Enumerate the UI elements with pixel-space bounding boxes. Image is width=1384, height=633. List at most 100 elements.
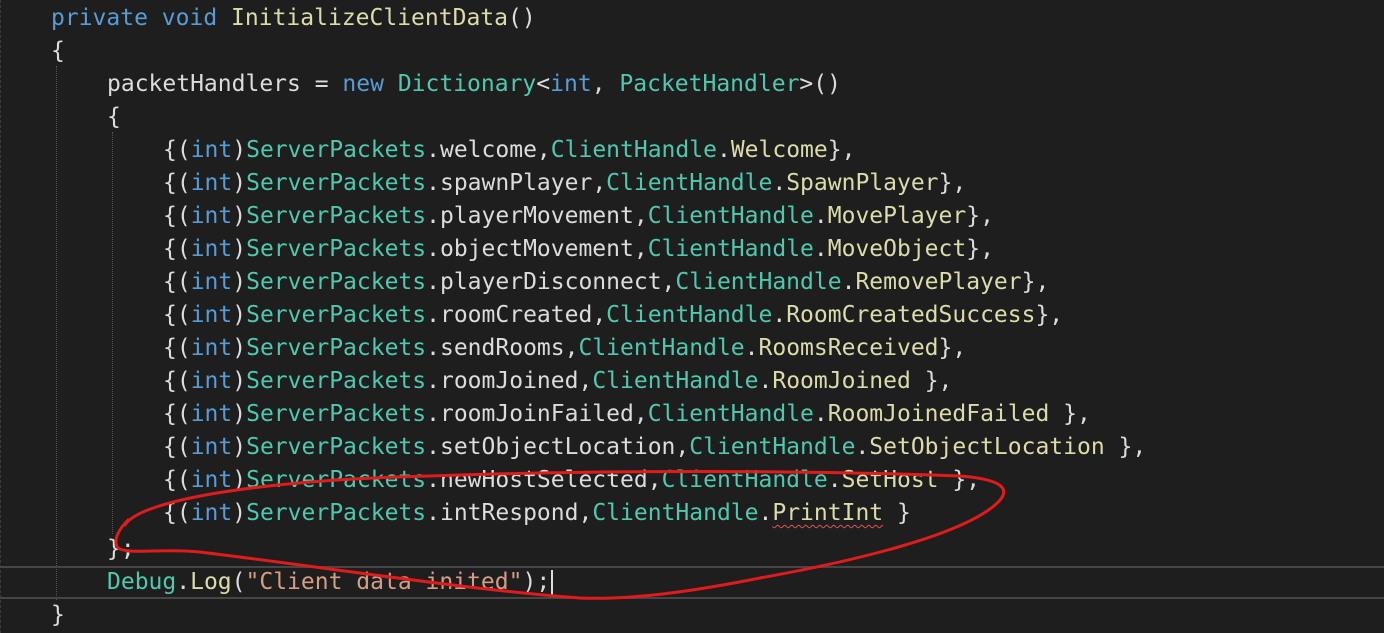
punctuation: ) xyxy=(232,500,247,526)
class-name: ClientHandle xyxy=(592,368,759,394)
punctuation: ) xyxy=(232,368,247,394)
code-line-3[interactable]: packetHandlers = new Dictionary<int, Pac… xyxy=(0,68,1384,101)
punctuation: , xyxy=(633,401,648,427)
open-brace: {( xyxy=(163,467,191,493)
packet-handler-entry[interactable]: {(int)ServerPackets.playerDisconnect,Cli… xyxy=(0,266,1384,299)
keyword: int xyxy=(190,170,233,196)
enum-type: ServerPackets xyxy=(246,236,427,262)
code-line-2[interactable]: { xyxy=(0,35,1384,68)
packet-handler-entry[interactable]: {(int)ServerPackets.playerMovement,Clien… xyxy=(0,200,1384,233)
packet-handler-entry[interactable]: {(int)ServerPackets.spawnPlayer,ClientHa… xyxy=(0,167,1384,200)
enum-type: ServerPackets xyxy=(246,137,427,163)
punctuation: . xyxy=(716,137,731,163)
identifier: packetHandlers = xyxy=(107,71,343,97)
open-brace: { xyxy=(107,104,121,130)
class-name: ClientHandle xyxy=(578,335,745,361)
punctuation: , xyxy=(591,71,620,97)
punctuation: . xyxy=(426,137,440,163)
enum-field: newHostSelected xyxy=(439,467,648,493)
code-line-1[interactable]: private void InitializeClientData() xyxy=(0,2,1384,35)
enum-field: roomCreated xyxy=(439,302,593,328)
close-brace: } xyxy=(51,602,65,628)
type-name: Dictionary xyxy=(397,71,537,97)
keyword: int xyxy=(190,434,233,460)
code-line-18-current[interactable]: Debug.Log("Client data inited"); xyxy=(0,566,1384,599)
close-brace: }, xyxy=(938,335,967,361)
code-line-17[interactable]: }; xyxy=(0,533,1384,566)
class-name: ClientHandle xyxy=(661,467,828,493)
class-name: ClientHandle xyxy=(606,170,773,196)
packet-handler-entry[interactable]: {(int)ServerPackets.welcome,ClientHandle… xyxy=(0,134,1384,167)
close-brace: }, xyxy=(1021,269,1050,295)
open-brace: {( xyxy=(163,269,191,295)
open-brace: {( xyxy=(163,302,191,328)
close-brace: }, xyxy=(1104,434,1147,460)
method-name: RoomsReceived xyxy=(758,335,939,361)
method-name: RoomCreatedSuccess xyxy=(786,302,1036,328)
punctuation: , xyxy=(578,500,593,526)
keyword: new xyxy=(342,71,384,97)
packet-handler-entry[interactable]: {(int)ServerPackets.objectMovement,Clien… xyxy=(0,233,1384,266)
class-name: ClientHandle xyxy=(606,302,773,328)
keyword: int xyxy=(190,302,233,328)
method-name: MoveObject xyxy=(827,236,967,262)
enum-type: ServerPackets xyxy=(246,467,427,493)
punctuation: ) xyxy=(232,467,247,493)
keyword: int xyxy=(190,500,233,526)
punctuation: ) xyxy=(232,236,247,262)
method-name: RoomJoined xyxy=(772,368,911,394)
packet-handler-entry[interactable]: {(int)ServerPackets.sendRooms,ClientHand… xyxy=(0,332,1384,365)
method-name: Log xyxy=(190,569,232,595)
punctuation: , xyxy=(592,170,607,196)
enum-field: welcome xyxy=(439,137,537,163)
open-brace: {( xyxy=(163,401,191,427)
punctuation: . xyxy=(426,467,440,493)
open-brace: {( xyxy=(163,368,191,394)
punctuation: , xyxy=(592,302,607,328)
packet-handler-entry[interactable]: {(int)ServerPackets.roomCreated,ClientHa… xyxy=(0,299,1384,332)
close-brace: }, xyxy=(910,368,953,394)
punctuation: ) xyxy=(232,401,247,427)
enum-type: ServerPackets xyxy=(246,434,427,460)
punctuation: , xyxy=(675,434,690,460)
packet-handler-entry[interactable]: {(int)ServerPackets.roomJoined,ClientHan… xyxy=(0,365,1384,398)
method-name: SetObjectLocation xyxy=(869,434,1105,460)
punctuation: . xyxy=(426,434,440,460)
punctuation: < xyxy=(536,71,551,97)
packet-handler-entry[interactable]: {(int)ServerPackets.newHostSelected,Clie… xyxy=(0,464,1384,497)
punctuation: () xyxy=(508,5,536,31)
method-name: MovePlayer xyxy=(827,203,967,229)
punctuation: . xyxy=(426,401,440,427)
punctuation: . xyxy=(426,335,440,361)
close-brace: }, xyxy=(938,170,967,196)
punctuation: . xyxy=(426,368,440,394)
punctuation: ); xyxy=(522,569,551,595)
type-name: PacketHandler xyxy=(619,71,800,97)
punctuation: , xyxy=(578,368,593,394)
packet-handler-entry[interactable]: {(int)ServerPackets.roomJoinFailed,Clien… xyxy=(0,398,1384,431)
open-brace: {( xyxy=(163,500,191,526)
enum-type: ServerPackets xyxy=(246,170,427,196)
enum-field: setObjectLocation xyxy=(439,434,676,460)
code-editor[interactable]: private void InitializeClientData() { pa… xyxy=(0,0,1384,633)
packet-handler-entry[interactable]: {(int)ServerPackets.intRespond,ClientHan… xyxy=(0,497,1384,530)
punctuation: . xyxy=(744,335,759,361)
code-line-4[interactable]: { xyxy=(0,101,1384,134)
punctuation: . xyxy=(426,236,440,262)
punctuation: . xyxy=(813,236,828,262)
punctuation: . xyxy=(841,269,856,295)
string-literal: "Client data inited" xyxy=(245,569,523,595)
keyword: void xyxy=(161,5,218,31)
punctuation: , xyxy=(661,269,676,295)
enum-type: ServerPackets xyxy=(246,401,427,427)
keyword: int xyxy=(190,467,233,493)
class-name: ClientHandle xyxy=(647,203,814,229)
packet-handler-entry[interactable]: {(int)ServerPackets.setObjectLocation,Cl… xyxy=(0,431,1384,464)
close-brace: }, xyxy=(1049,401,1091,427)
method-name: PrintInt xyxy=(772,500,884,526)
punctuation: ) xyxy=(232,170,247,196)
enum-field: sendRooms xyxy=(439,335,565,361)
punctuation: . xyxy=(426,269,440,295)
code-line-19[interactable]: } xyxy=(0,599,1384,632)
class-name: ClientHandle xyxy=(550,137,717,163)
